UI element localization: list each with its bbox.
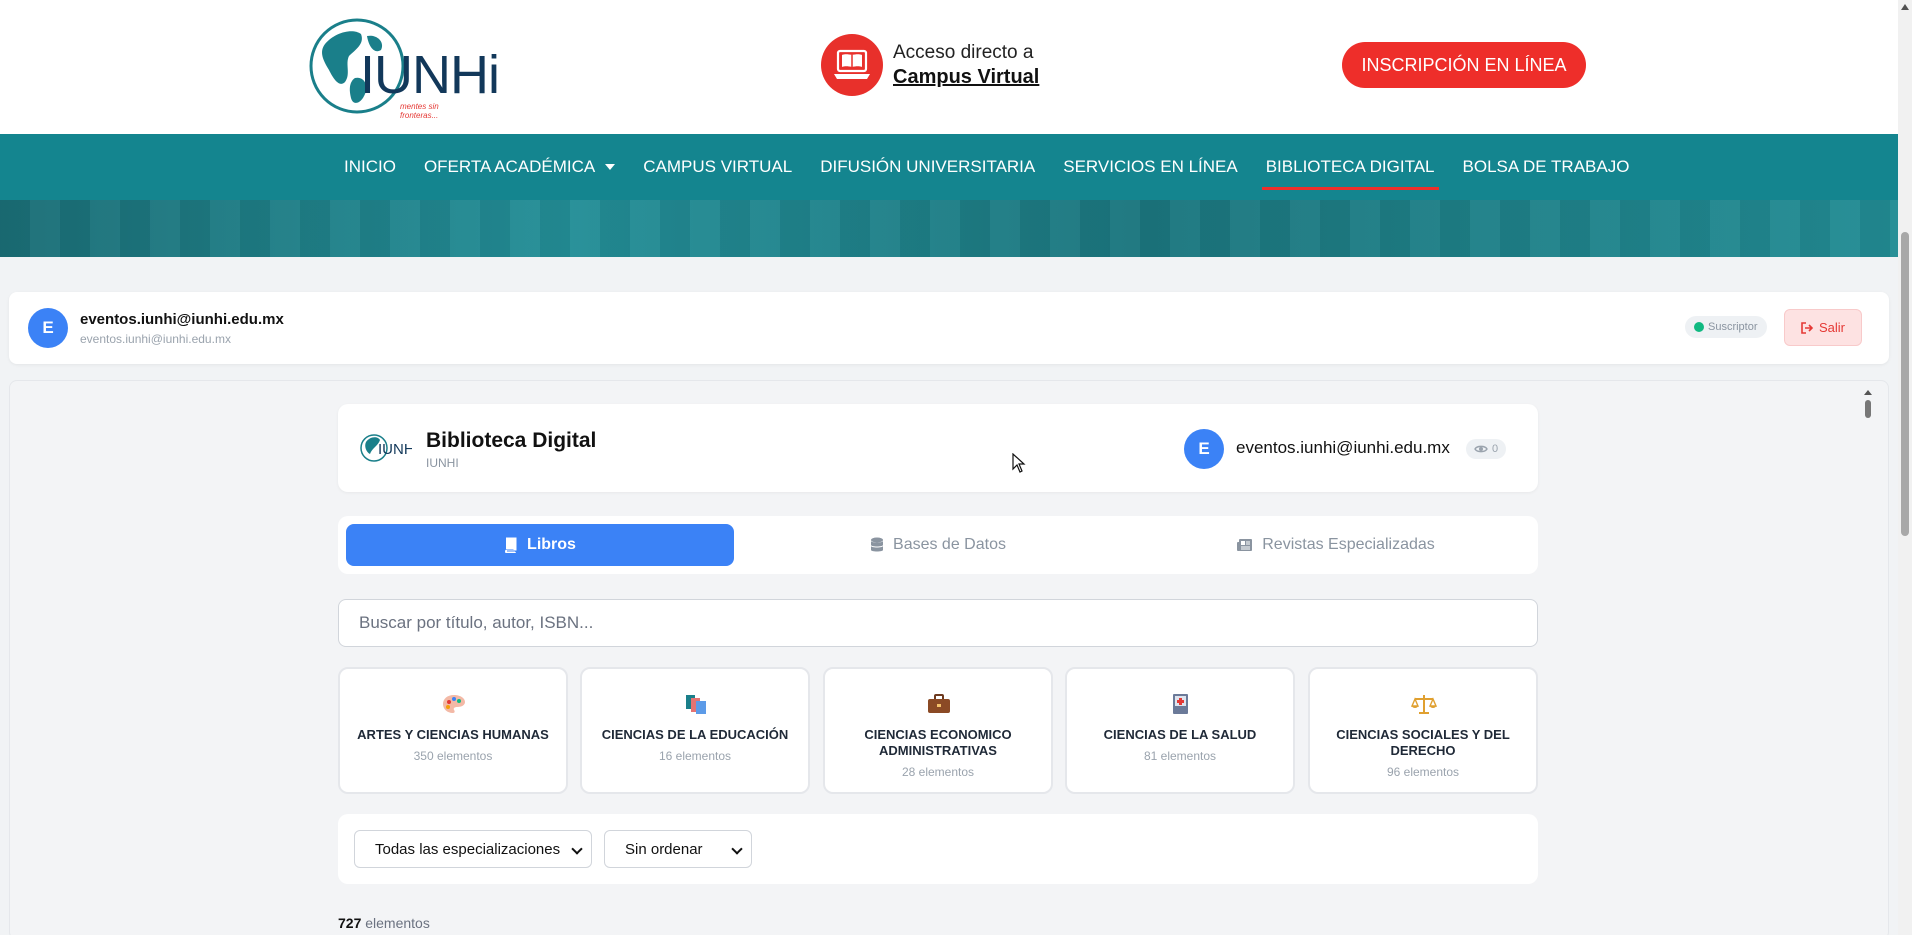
library-subtitle: IUNHI (426, 456, 459, 470)
laptop-book-icon (821, 34, 883, 96)
online-enrollment-button[interactable]: INSCRIPCIÓN EN LÍNEA (1342, 42, 1586, 88)
nav-item-label: BIBLIOTECA DIGITAL (1265, 157, 1435, 176)
scroll-up-arrow-icon[interactable] (1901, 4, 1909, 10)
user-session-bar: E eventos.iunhi@iunhi.edu.mx eventos.iun… (9, 292, 1889, 364)
user-name: eventos.iunhi@iunhi.edu.mx (80, 311, 284, 328)
category-count: 350 elementos (413, 749, 493, 763)
nav-item-campus-virtual[interactable]: CAMPUS VIRTUAL (643, 134, 792, 200)
campus-virtual-link[interactable]: Campus Virtual (893, 66, 1039, 89)
library-header-card: IUNHi Biblioteca Digital IUNHI E eventos… (338, 404, 1538, 492)
logo-wordmark: IUNHi (360, 45, 500, 105)
nav-item-label: INICIO (344, 157, 396, 176)
category-card-salud[interactable]: CIENCIAS DE LA SALUD 81 elementos (1065, 667, 1295, 794)
category-name: CIENCIAS SOCIALES Y DEL DERECHO (1336, 727, 1510, 758)
category-count: 28 elementos (901, 765, 975, 779)
books-icon (686, 695, 706, 714)
campus-virtual-shortcut[interactable]: Acceso directo a Campus Virtual (821, 34, 1061, 96)
iunhi-logo[interactable]: IUNHi mentes sin fronteras... (305, 14, 500, 120)
palette-icon (443, 695, 465, 713)
tab-bases-de-datos[interactable]: Bases de Datos (744, 524, 1132, 566)
tab-label: Libros (527, 536, 576, 553)
book-icon (505, 537, 517, 553)
results-count-number: 727 (338, 915, 362, 931)
results-count: 727 elementos (338, 915, 430, 931)
category-card-artes[interactable]: ARTES Y CIENCIAS HUMANAS 350 elementos (338, 667, 568, 794)
tab-revistas-especializadas[interactable]: Revistas Especializadas (1142, 524, 1530, 566)
views-count: 0 (1492, 443, 1499, 455)
specialization-select-value: Todas las especializaciones (375, 840, 561, 858)
inner-scrollbar[interactable] (1862, 388, 1874, 418)
order-select-value: Sin ordenar (625, 840, 703, 858)
category-name: ARTES Y CIENCIAS HUMANAS (357, 727, 549, 742)
category-name: CIENCIAS DE LA EDUCACIÓN (601, 727, 789, 742)
user-email: eventos.iunhi@iunhi.edu.mx (80, 332, 231, 346)
nav-item-label: DIFUSIÓN UNIVERSITARIA (820, 157, 1036, 176)
avatar: E (28, 308, 68, 348)
chevron-down-icon (571, 843, 583, 855)
subscriber-badge: Suscriptor (1685, 316, 1767, 338)
eye-icon (1474, 445, 1488, 453)
nav-item-label: OFERTA ACADÉMICA (423, 157, 596, 176)
library-title: Biblioteca Digital (426, 429, 597, 452)
filters-bar: Todas las especializaciones Sin ordenar (338, 814, 1538, 884)
category-name: CIENCIAS DE LA SALUD (1103, 727, 1257, 742)
search-input[interactable] (338, 599, 1538, 647)
category-name: CIENCIAS ECONOMICO ADMINISTRATIVAS (864, 727, 1012, 758)
nav-item-label: SERVICIOS EN LÍNEA (1063, 157, 1238, 176)
nav-item-oferta-academica[interactable]: OFERTA ACADÉMICA (423, 134, 616, 200)
nav-item-label: CAMPUS VIRTUAL (643, 157, 793, 176)
page-scrollbar[interactable] (1898, 0, 1912, 935)
scrollbar-thumb[interactable] (1901, 232, 1909, 536)
category-count: 96 elementos (1386, 765, 1460, 779)
logout-label: Salir (1818, 320, 1845, 335)
campus-shortcut-caption: Acceso directo a (893, 42, 1034, 63)
site-header: IUNHi mentes sin fronteras... Acceso dir… (0, 0, 1898, 134)
tab-libros[interactable]: Libros (346, 524, 734, 566)
category-card-educacion[interactable]: CIENCIAS DE LA EDUCACIÓN 16 elementos (580, 667, 810, 794)
logout-button[interactable]: Salir (1784, 309, 1862, 346)
sign-out-icon (1801, 321, 1814, 334)
category-count: 16 elementos (658, 749, 732, 763)
database-icon (871, 537, 884, 552)
category-card-sociales[interactable]: CIENCIAS SOCIALES Y DEL DERECHO 96 eleme… (1308, 667, 1538, 794)
results-count-label: elementos (365, 915, 430, 931)
main-nav: INICIO OFERTA ACADÉMICA CAMPUS VIRTUAL D… (0, 134, 1898, 200)
order-select[interactable]: Sin ordenar (604, 830, 752, 868)
hero-banner (0, 200, 1898, 257)
medical-book-icon (1173, 694, 1188, 714)
views-badge: 0 (1466, 439, 1507, 459)
library-tabs: Libros Bases de Datos Revistas Especiali… (338, 516, 1538, 574)
chevron-down-icon (731, 843, 743, 855)
scales-icon (1411, 695, 1437, 714)
specialization-select[interactable]: Todas las especializaciones (354, 830, 592, 868)
category-count: 81 elementos (1143, 749, 1217, 763)
nav-item-inicio[interactable]: INICIO (344, 134, 396, 200)
avatar: E (1184, 429, 1224, 469)
main-nav-items: INICIO OFERTA ACADÉMICA CAMPUS VIRTUAL D… (344, 134, 1657, 200)
briefcase-icon (928, 694, 950, 713)
category-card-economico[interactable]: CIENCIAS ECONOMICO ADMINISTRATIVAS 28 el… (823, 667, 1053, 794)
tab-label: Bases de Datos (893, 536, 1006, 553)
logo-tagline: mentes sin fronteras... (400, 102, 439, 120)
nav-item-difusion-universitaria[interactable]: DIFUSIÓN UNIVERSITARIA (820, 134, 1035, 200)
nav-item-servicios-en-linea[interactable]: SERVICIOS EN LÍNEA (1063, 134, 1237, 200)
check-circle-icon (1694, 322, 1704, 332)
chevron-down-icon (605, 164, 616, 170)
newspaper-icon (1237, 539, 1253, 551)
subscriber-badge-label: Suscriptor (1708, 321, 1758, 333)
iunhi-small-logo: IUNHi (360, 434, 412, 462)
nav-item-biblioteca-digital[interactable]: BIBLIOTECA DIGITAL (1261, 134, 1439, 200)
library-user-email: eventos.iunhi@iunhi.edu.mx (1236, 438, 1450, 457)
mouse-cursor-icon (1012, 453, 1026, 473)
svg-text:IUNHi: IUNHi (378, 441, 412, 458)
nav-item-label: BOLSA DE TRABAJO (1462, 157, 1630, 176)
nav-item-bolsa-de-trabajo[interactable]: BOLSA DE TRABAJO (1463, 134, 1630, 200)
tab-label: Revistas Especializadas (1262, 536, 1435, 553)
